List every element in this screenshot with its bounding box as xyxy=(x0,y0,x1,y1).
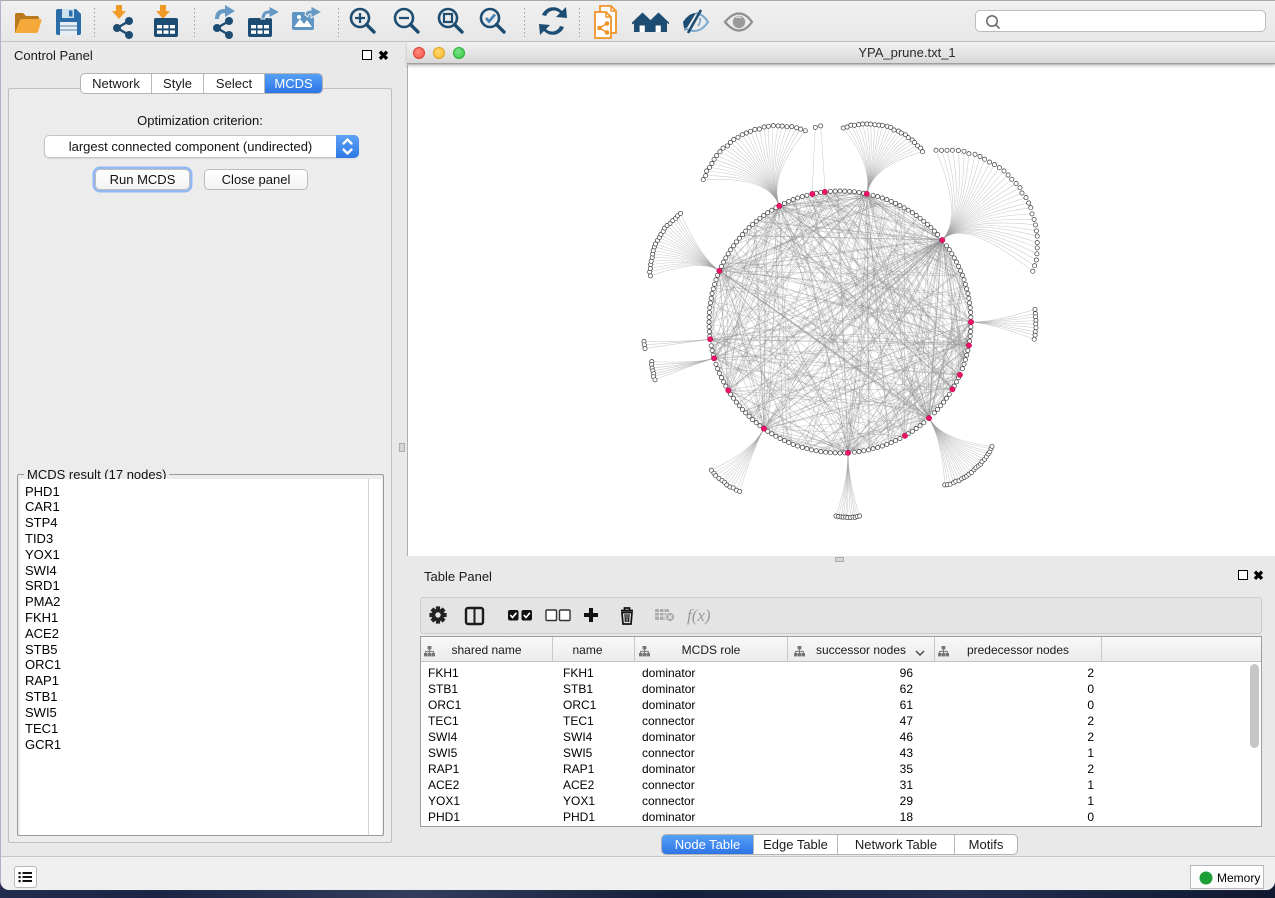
svg-text:f(x): f(x) xyxy=(687,606,711,625)
